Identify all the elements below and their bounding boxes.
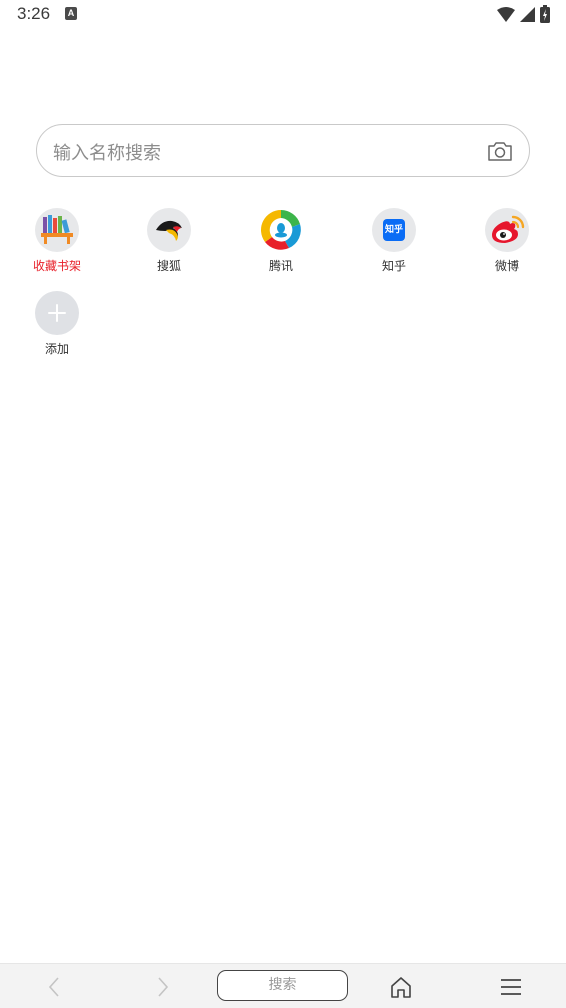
status-icons [497,5,550,23]
bottom-search-button[interactable]: 搜索 [217,970,348,1001]
plus-icon [35,291,79,335]
shortcut-label-zhihu: 知乎 [381,259,406,273]
tencent-news-icon [259,208,303,252]
shortcut-bookshelf[interactable]: 收藏书架 [17,208,97,274]
shortcut-tencent[interactable]: 腾讯 [241,208,321,274]
shortcut-label-tencent: 腾讯 [268,259,293,273]
shortcut-label-sohu: 搜狐 [156,259,181,273]
forward-button[interactable] [133,964,193,1008]
shortcut-label-bookshelf: 收藏书架 [32,259,81,273]
shortcut-zhihu[interactable]: 知乎 知乎 [354,208,434,274]
zhihu-logo-text: 知乎 [383,219,405,241]
shortcut-label-add: 添加 [44,342,69,356]
bottom-toolbar: 搜索 [0,963,566,1008]
camera-icon[interactable] [487,139,513,163]
shortcut-label-weibo: 微博 [494,259,519,273]
chevron-left-icon [48,976,59,997]
menu-button[interactable] [481,964,541,1008]
shortcut-sohu[interactable]: 搜狐 [129,208,209,274]
shortcut-weibo[interactable]: 微博 [467,208,547,274]
add-shortcut-button[interactable]: 添加 [17,291,97,357]
cellular-signal-icon [520,6,535,22]
sohu-fox-icon [147,208,191,252]
browser-home-screen: 3:26 A 输入名称搜索 收藏书架 搜狐 腾讯 知乎 知乎 微博 添加 搜索 [0,0,566,1008]
weibo-icon [485,208,529,252]
status-bar: 3:26 A [0,0,566,30]
home-button[interactable] [371,964,431,1008]
notification-a-icon: A [65,7,77,20]
search-input[interactable]: 输入名称搜索 [53,139,161,165]
hamburger-menu-icon [501,978,521,995]
search-bar[interactable]: 输入名称搜索 [36,124,530,177]
back-button[interactable] [24,964,84,1008]
chevron-right-icon [158,976,169,997]
home-icon [391,976,411,998]
zhihu-icon: 知乎 [372,208,416,252]
wifi-icon [497,6,515,22]
bookshelf-icon [35,208,79,252]
status-time: 3:26 [17,4,51,23]
battery-charging-icon [540,5,550,23]
